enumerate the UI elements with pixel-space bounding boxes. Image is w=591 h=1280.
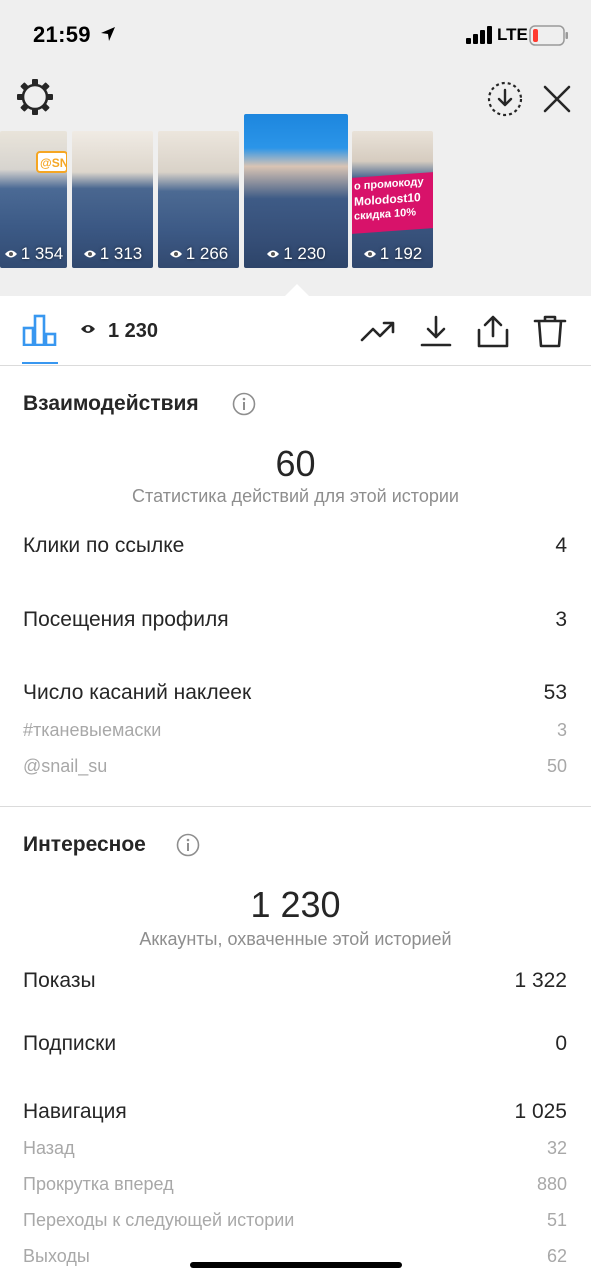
back-label: Назад	[23, 1138, 75, 1158]
next-story-value: 51	[546, 1210, 567, 1230]
settings-gear-button[interactable]	[14, 76, 56, 118]
exits-value: 62	[546, 1246, 567, 1266]
bar-chart-icon[interactable]	[22, 314, 58, 346]
share-icon[interactable]	[475, 314, 511, 348]
sticker-taps-label: Число касаний наклеек	[23, 681, 252, 704]
story-thumbnail[interactable]: 1 313	[72, 131, 153, 268]
story-thumbnails-strip[interactable]: @SNA 1 354 1 313 1 266 1 230 о промокоду…	[0, 114, 591, 274]
thumbnail-view-count: 1 192	[379, 244, 423, 263]
impressions-label: Показы	[23, 969, 96, 992]
interactions-title: Взаимодействия	[23, 392, 199, 415]
impressions-value: 1 322	[514, 969, 567, 992]
close-icon	[543, 85, 571, 113]
reach-total: 1 230	[250, 884, 341, 925]
hashtag-sticker-label: #тканевыемаски	[23, 720, 162, 740]
exits-label: Выходы	[23, 1246, 90, 1266]
selection-pointer	[284, 284, 310, 297]
story-thumbnail-selected[interactable]: 1 230	[244, 114, 348, 268]
interactions-total: 60	[275, 443, 316, 484]
network-label: LTE	[497, 25, 528, 44]
mention-sticker-label: @snail_su	[23, 756, 108, 776]
thumbnail-views: 1 266	[158, 244, 239, 264]
discovery-title: Интересное	[23, 833, 146, 856]
navigation-value: 1 025	[514, 1100, 567, 1123]
back-value: 32	[546, 1138, 567, 1158]
thumbnail-view-count: 1 266	[185, 244, 229, 263]
story-thumbnail[interactable]: 1 266	[158, 131, 239, 268]
trend-icon[interactable]	[360, 314, 396, 348]
download-circle-icon	[487, 81, 523, 117]
eye-icon	[363, 250, 376, 258]
status-bar: 21:59 LTE	[0, 0, 591, 70]
thumbnail-views: 1 354	[0, 244, 67, 264]
mention-sticker-text: @SNA	[40, 156, 66, 170]
eye-icon	[4, 250, 17, 258]
eye-icon	[267, 250, 280, 258]
views-count: 1 230	[108, 320, 159, 342]
home-indicator[interactable]	[190, 1262, 402, 1268]
mention-sticker-value: 50	[546, 756, 567, 776]
forward-label: Прокрутка вперед	[23, 1174, 174, 1194]
eye-icon	[81, 325, 95, 333]
profile-visits-value: 3	[555, 608, 567, 631]
status-time: 21:59	[33, 22, 91, 47]
signal-bars-icon	[466, 26, 492, 44]
thumbnail-views: 1 192	[352, 244, 433, 264]
profile-visits-label: Посещения профиля	[23, 608, 229, 631]
location-arrow-icon	[101, 27, 115, 41]
thumbnail-view-count: 1 230	[283, 244, 326, 263]
follows-value: 0	[555, 1032, 567, 1055]
thumbnail-view-count: 1 354	[20, 244, 64, 263]
eye-icon	[169, 250, 182, 258]
download-icon[interactable]	[418, 314, 454, 348]
navigation-label: Навигация	[23, 1100, 127, 1123]
thumbnail-views: 1 313	[72, 244, 153, 264]
sticker-taps-value: 53	[543, 681, 567, 704]
link-clicks-label: Клики по ссылке	[23, 534, 185, 557]
story-thumbnail[interactable]: о промокоду Molodost10 скидка 10% 1 192	[352, 131, 433, 268]
eye-icon	[83, 250, 96, 258]
info-icon[interactable]	[232, 392, 256, 416]
active-tab-indicator	[22, 362, 58, 364]
mention-sticker: @SNA	[36, 151, 67, 173]
thumbnail-views: 1 230	[244, 244, 348, 264]
battery-icon	[529, 25, 568, 46]
reach-caption: Аккаунты, охваченные этой историей	[139, 929, 452, 949]
next-story-label: Переходы к следующей истории	[23, 1210, 295, 1230]
interactions-caption: Статистика действий для этой истории	[132, 486, 459, 506]
promo-banner: о промокоду Molodost10 скидка 10%	[352, 172, 433, 234]
link-clicks-value: 4	[555, 534, 567, 557]
trash-icon[interactable]	[532, 314, 568, 348]
close-button[interactable]	[538, 80, 576, 118]
hashtag-sticker-value: 3	[556, 720, 567, 740]
gear-icon	[17, 79, 53, 115]
follows-label: Подписки	[23, 1032, 117, 1055]
section-divider	[0, 806, 591, 807]
forward-value: 880	[536, 1174, 567, 1194]
story-thumbnail[interactable]: @SNA 1 354	[0, 131, 67, 268]
thumbnail-view-count: 1 313	[99, 244, 143, 263]
info-icon[interactable]	[176, 833, 200, 857]
insights-toolbar: 1 230	[0, 296, 591, 366]
